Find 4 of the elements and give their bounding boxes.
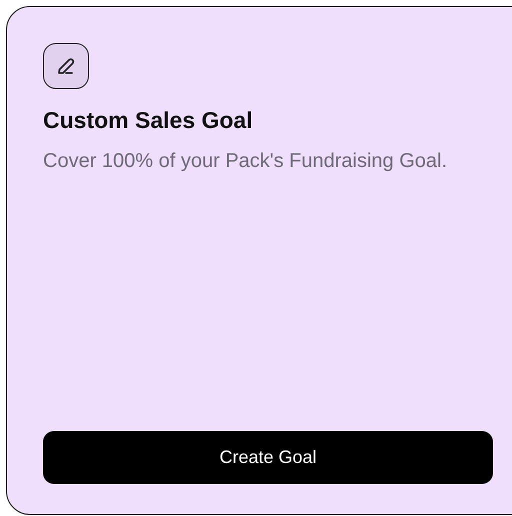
pen-icon bbox=[43, 43, 89, 89]
card-description: Cover 100% of your Pack's Fundraising Goal. bbox=[43, 149, 448, 174]
create-goal-button[interactable]: Create Goal bbox=[43, 431, 493, 484]
card-title: Custom Sales Goal bbox=[43, 107, 254, 134]
